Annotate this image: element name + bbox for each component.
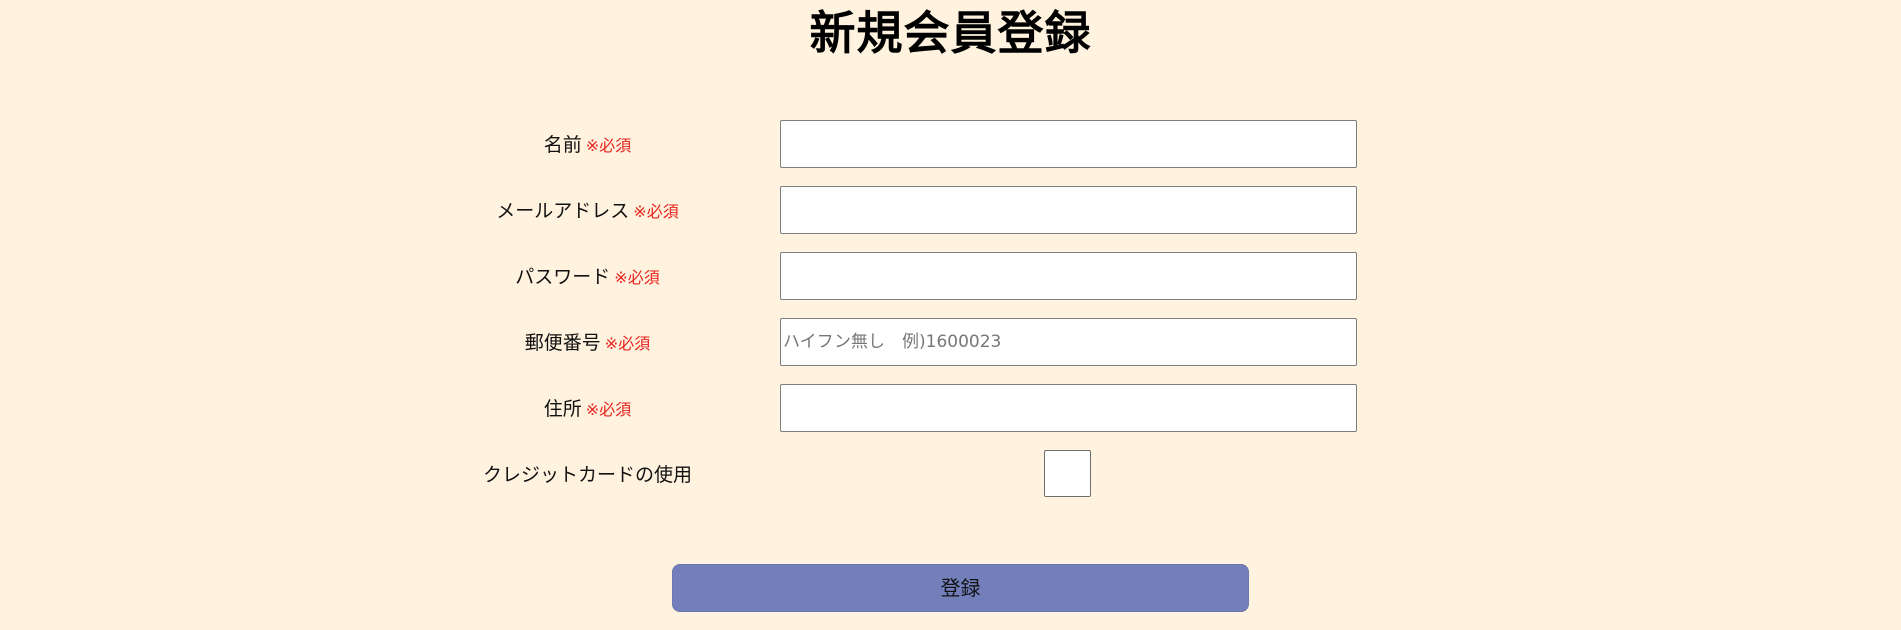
- form-row-name: 名前 ※必須: [0, 120, 1901, 170]
- email-input[interactable]: [780, 186, 1357, 234]
- postal-code-label: 郵便番号 ※必須: [445, 331, 730, 356]
- form-row-address: 住所 ※必須: [0, 384, 1901, 434]
- form-row-postal-code: 郵便番号 ※必須: [0, 318, 1901, 368]
- address-input[interactable]: [780, 384, 1357, 432]
- address-label-text: 住所: [543, 398, 582, 420]
- postal-code-label-text: 郵便番号: [524, 332, 601, 354]
- name-label: 名前 ※必須: [445, 133, 730, 158]
- form-row-password: パスワード ※必須: [0, 252, 1901, 302]
- password-input[interactable]: [780, 252, 1357, 300]
- form-row-credit-card: クレジットカードの使用: [0, 450, 1901, 500]
- postal-code-required-mark: ※必須: [604, 334, 651, 353]
- email-label-text: メールアドレス: [496, 200, 630, 222]
- email-label: メールアドレス ※必須: [445, 199, 730, 224]
- credit-card-checkbox[interactable]: [1044, 450, 1091, 497]
- register-button[interactable]: 登録: [672, 564, 1249, 612]
- name-label-text: 名前: [543, 134, 582, 156]
- address-label: 住所 ※必須: [445, 397, 730, 422]
- registration-form: 名前※必須 メールアドレス※必須 パスワード※必須 郵便番号※必須 住所※必須 …: [0, 0, 1901, 630]
- name-required-mark: ※必須: [585, 136, 632, 155]
- password-label: パスワード ※必須: [445, 265, 730, 290]
- postal-code-input[interactable]: [780, 318, 1357, 366]
- address-required-mark: ※必須: [585, 400, 632, 419]
- form-row-email: メールアドレス ※必須: [0, 186, 1901, 236]
- email-required-mark: ※必須: [633, 202, 679, 221]
- name-input[interactable]: [780, 120, 1357, 168]
- password-required-mark: ※必須: [614, 268, 660, 287]
- password-label-text: パスワード: [515, 266, 611, 288]
- credit-card-label: クレジットカードの使用: [482, 464, 692, 486]
